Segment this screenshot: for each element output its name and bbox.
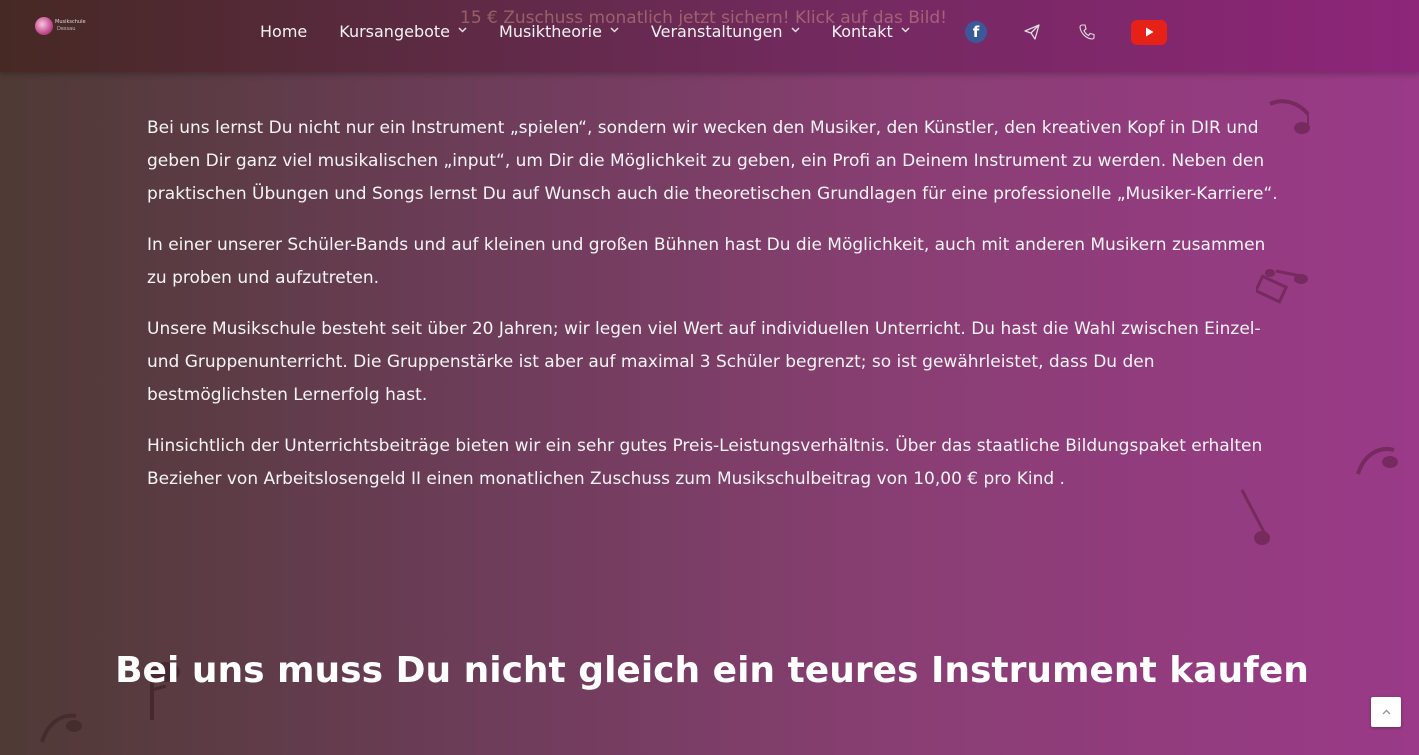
nav-item-home[interactable]: Home	[260, 22, 307, 41]
site-logo[interactable]: Musikschule Dessau	[35, 16, 86, 38]
section-heading: Bei uns muss Du nicht gleich ein teures …	[115, 650, 1309, 691]
logo-line2: Dessau	[57, 26, 76, 32]
telegram-icon	[1024, 24, 1040, 40]
chevron-down-icon	[458, 26, 467, 36]
chevron-down-icon	[791, 26, 800, 36]
nav-item-musiktheorie[interactable]: Musiktheorie	[499, 22, 619, 41]
logo-image	[35, 17, 53, 35]
nav-item-kursangebote[interactable]: Kursangebote	[339, 22, 467, 41]
youtube-link[interactable]	[1131, 19, 1167, 45]
chevron-down-icon	[901, 26, 910, 36]
nav-item-kontakt[interactable]: Kontakt	[832, 22, 910, 41]
phone-icon	[1079, 24, 1095, 40]
scroll-to-top-button[interactable]	[1371, 697, 1401, 727]
phone-link[interactable]	[1077, 20, 1097, 44]
youtube-icon	[1131, 19, 1167, 45]
music-note-icon	[40, 713, 82, 743]
nav-item-label: Home	[260, 21, 308, 41]
chevron-up-icon	[1382, 709, 1390, 715]
site-header: 15 € Zuschuss monatlich jetzt sichern! K…	[0, 0, 1419, 72]
chevron-down-icon	[610, 26, 619, 36]
nav-item-label: Veranstaltungen	[650, 21, 783, 41]
intro-text: Bei uns lernst Du nicht nur ein Instrume…	[147, 112, 1287, 514]
nav-item-label: Kursangebote	[339, 21, 451, 41]
paragraph: Unsere Musikschule besteht seit über 20 …	[147, 319, 1261, 405]
logo-line1: Musikschule	[55, 19, 86, 25]
nav-item-veranstaltungen[interactable]: Veranstaltungen	[651, 22, 800, 41]
paragraph: Hinsichtlich der Unterrichtsbeiträge bie…	[147, 436, 1263, 489]
facebook-link[interactable]: f	[964, 20, 988, 44]
paragraph: Bei uns lernst Du nicht nur ein Instrume…	[147, 118, 1278, 204]
main-nav: Home Kursangebote Musiktheorie Veranstal…	[260, 20, 942, 42]
paragraph: In einer unserer Schüler-Bands und auf k…	[147, 235, 1266, 288]
telegram-link[interactable]	[1022, 20, 1042, 44]
nav-item-label: Musiktheorie	[499, 21, 602, 41]
nav-item-label: Kontakt	[831, 21, 893, 41]
facebook-icon: f	[965, 21, 987, 43]
music-note-icon	[1356, 447, 1398, 475]
